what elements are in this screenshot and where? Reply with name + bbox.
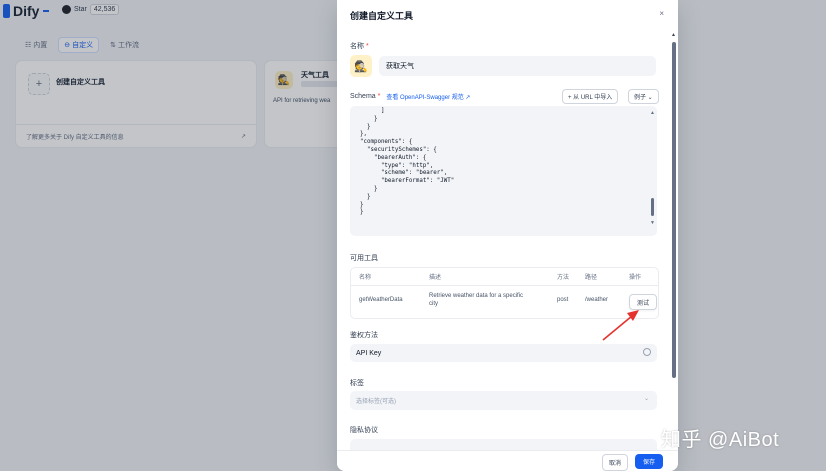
zhihu-watermark: 知乎 @AiBot <box>661 429 780 451</box>
test-tool-button[interactable]: 测试 <box>629 294 657 310</box>
scroll-up-icon[interactable]: ▲ <box>650 110 655 116</box>
col-path: 路径 <box>585 275 598 281</box>
tags-label: 标签 <box>350 380 364 387</box>
schema-label-row: Schema * 查看 OpenAPI-Swagger 规范 ↗ <box>350 92 470 101</box>
available-tools-table: 名称 描述 方法 路径 操作 getWeatherData Retrieve w… <box>350 267 659 319</box>
schema-required-mark: * <box>377 93 381 100</box>
auth-method-value: API Key <box>356 349 382 357</box>
col-desc: 描述 <box>429 275 442 281</box>
table-divider <box>351 285 658 286</box>
schema-code: ] } } }, "components": { "securityScheme… <box>360 108 455 216</box>
row-desc-line2: city <box>429 301 438 307</box>
import-from-url-button[interactable]: + 从 URL 中导入 <box>562 89 619 104</box>
schema-scrollbar[interactable]: ▲ ▼ <box>650 110 655 232</box>
name-field-label: 名称 * <box>350 41 369 51</box>
auth-method-select[interactable]: API Key <box>350 344 657 362</box>
modal-scrollbar[interactable]: ▲ <box>671 32 677 471</box>
scroll-down-icon[interactable]: ▼ <box>650 220 655 226</box>
modal-scroll-thumb[interactable] <box>672 42 676 378</box>
privacy-policy-label: 隐私协议 <box>350 427 378 434</box>
tags-select[interactable]: 选择标签(可选) ⌄ <box>350 391 657 410</box>
save-button[interactable]: 保存 <box>635 454 663 469</box>
modal-scroll-up-icon[interactable]: ▲ <box>671 32 676 38</box>
required-mark: * <box>365 43 369 50</box>
row-method: post <box>557 297 569 303</box>
row-desc-line1: Retrieve weather data for a specific <box>429 293 524 299</box>
tags-placeholder: 选择标签(可选) <box>356 399 396 405</box>
auth-method-label: 鉴权方法 <box>350 332 378 339</box>
schema-scroll-thumb[interactable] <box>651 198 654 216</box>
col-method: 方法 <box>557 275 570 281</box>
row-path: /weather <box>585 297 609 303</box>
schema-label: Schema <box>350 93 376 100</box>
tool-name-input[interactable]: 获取天气 <box>379 56 656 76</box>
col-action: 操作 <box>629 275 642 281</box>
row-desc: Retrieve weather data for a specific cit… <box>429 292 549 308</box>
name-row: 🕵 获取天气 <box>350 55 657 77</box>
schema-editor[interactable]: ] } } }, "components": { "securityScheme… <box>350 106 657 236</box>
name-label-text: 名称 <box>350 43 364 50</box>
tool-avatar-picker[interactable]: 🕵 <box>350 55 372 77</box>
swagger-spec-link[interactable]: 查看 OpenAPI-Swagger 规范 ↗ <box>386 92 470 101</box>
col-name: 名称 <box>359 275 372 281</box>
settings-gear-icon[interactable] <box>643 348 651 356</box>
schema-label-wrap: Schema * <box>350 93 380 100</box>
close-icon[interactable]: × <box>659 9 664 18</box>
modal-title: 创建自定义工具 <box>350 11 414 21</box>
available-tools-label: 可用工具 <box>350 255 378 262</box>
examples-dropdown[interactable]: 例子 ⌄ <box>628 89 659 104</box>
chevron-down-icon: ⌄ <box>643 396 649 402</box>
create-tool-modal: 创建自定义工具 × 名称 * 🕵 获取天气 Schema * 查看 OpenAP… <box>337 0 678 471</box>
row-name: getWeatherData <box>359 297 403 303</box>
modal-footer: 取消 保存 <box>337 451 678 471</box>
cancel-button[interactable]: 取消 <box>602 454 628 471</box>
